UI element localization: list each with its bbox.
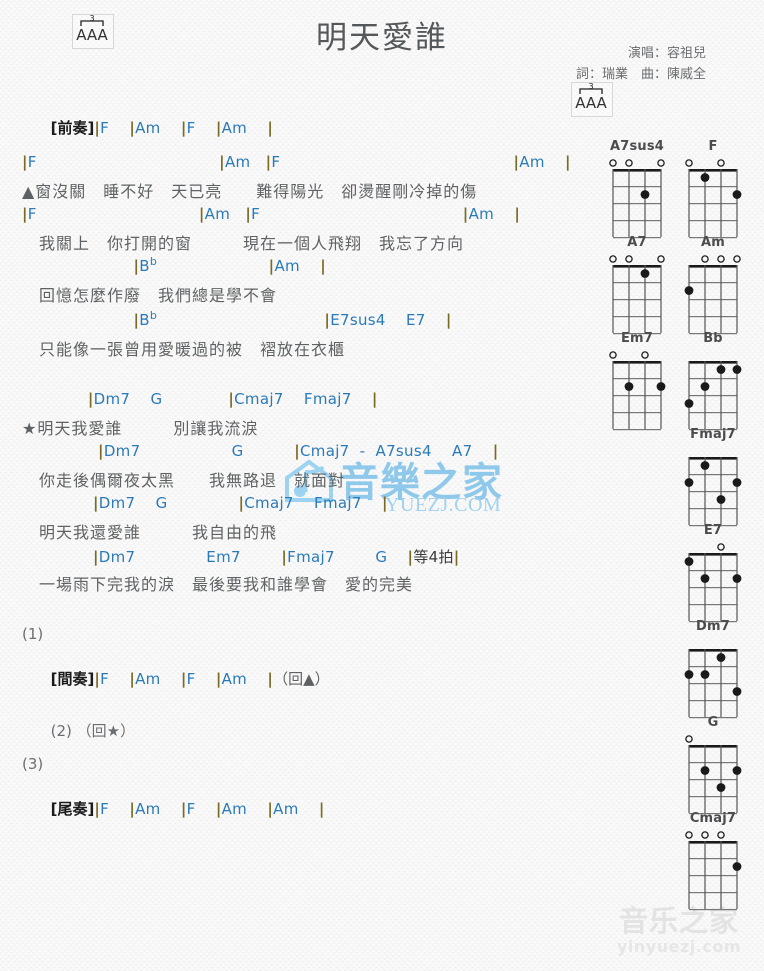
chord-diagram-label: Cmaj7 <box>689 811 737 826</box>
chord-diagram-grid <box>602 155 672 243</box>
verse-lyric: ▲窗沒關 睡不好 天已亮 難得陽光 卻燙醒剛冷掉的傷 <box>22 182 478 201</box>
strum-pattern-box-top: 3 AAA <box>72 14 114 49</box>
chord-diagram-label: A7sus4 <box>609 139 665 154</box>
singer-line: 演唱：容祖兒 <box>627 46 706 61</box>
chord-diagram-fmaj7: Fmaj7 <box>678 426 748 531</box>
chord-sheet-page: 音樂之家 YUEZJ.COM 音乐之家 yinyuezj.com 明天愛誰 演唱… <box>0 0 764 971</box>
verse-lyric: 我關上 你打開的窗 現在一個人飛翔 我忘了方向 <box>22 234 465 253</box>
ending-label: [間奏] <box>50 670 95 688</box>
chord-diagram-a7: A7 <box>602 234 672 339</box>
chorus-lyric: 你走後偶爾夜太黑 我無路退 就面對 <box>22 471 346 490</box>
chorus-chords: |Dm7 G |Cmaj7 - A7sus4 A7 | <box>98 442 499 460</box>
chorus-chords: |Dm7 Em7 |Fmaj7 G |等4拍| <box>92 548 460 566</box>
chorus-lyric: 明天我還愛誰 我自由的飛 <box>22 523 278 542</box>
chord-diagram-g: G <box>678 714 748 819</box>
ending-line: [尾奏]|F |Am |F |Am |Am | <box>22 780 325 837</box>
ending-note: （回★） <box>76 722 136 740</box>
svg-text:3: 3 <box>89 15 94 23</box>
ending-line: [間奏]|F |Am |F |Am |（回▲） <box>22 650 330 707</box>
chord-diagram-label: F <box>708 139 718 154</box>
chord-diagram-grid <box>678 155 748 243</box>
ending-line: (2) （回★） <box>22 702 135 759</box>
chord-diagram-am: Am <box>678 234 748 339</box>
chord-diagram-grid <box>678 347 748 435</box>
verse-chords: |F |Am |F |Am | <box>22 205 521 223</box>
ending-number: (1) <box>22 625 44 643</box>
chord-diagram-cmaj7: Cmaj7 <box>678 810 748 915</box>
chord-diagram-grid <box>678 539 748 627</box>
verse-chords: |F |Am |F |Am | <box>22 153 571 171</box>
chord-diagram-label: Em7 <box>620 331 654 346</box>
chord-diagram-dm7: Dm7 <box>678 618 748 723</box>
ending-chords: |F |Am |F |Am | <box>94 670 274 688</box>
chord-diagram-label: G <box>707 715 719 730</box>
ending-number: (3) <box>22 755 44 773</box>
chord-diagram-grid <box>602 251 672 339</box>
chord-diagram-bb: Bb <box>678 330 748 435</box>
chord-diagram-grid <box>678 251 748 339</box>
footer-watermark-url: yinyuezj.com <box>617 937 741 956</box>
triplet-strum-icon: 3 AAA <box>76 15 108 44</box>
chorus-lyric: ★明天我愛誰 別讓我流淚 <box>22 419 259 438</box>
chord-diagram-e7: E7 <box>678 522 748 627</box>
intro-chords: |F |Am |F |Am | <box>94 119 274 137</box>
chord-diagram-label: E7 <box>703 523 723 538</box>
svg-text:AAA: AAA <box>575 94 607 112</box>
chorus-chords: |Dm7 G |Cmaj7 Fmaj7 | <box>92 494 388 512</box>
chord-diagram-label: A7 <box>627 235 647 250</box>
triplet-strum-icon: 3 AAA <box>575 83 607 112</box>
ending-note: （回▲） <box>273 670 330 688</box>
chord-diagram-label: Bb <box>703 331 723 346</box>
verse-lyric: 回憶怎麼作廢 我們總是學不會 <box>22 286 278 305</box>
svg-text:3: 3 <box>588 83 593 91</box>
verse-lyric: 只能像一張曾用愛暖過的被 褶放在衣櫃 <box>22 340 346 359</box>
chord-diagram-label: Am <box>700 235 725 250</box>
chord-diagram-em7: Em7 <box>602 330 672 435</box>
intro-line: [前奏]|F |Am |F |Am | <box>22 99 273 156</box>
chorus-lyric: 一場雨下完我的淚 最後要我和誰學會 愛的完美 <box>22 575 414 594</box>
verse-chords: |Bb |Am | <box>133 255 326 275</box>
strum-pattern-box-second: 3 AAA <box>571 82 613 117</box>
chord-diagram-grid <box>678 635 748 723</box>
chord-diagram-grid <box>678 731 748 819</box>
chord-diagram-a7sus4: A7sus4 <box>602 138 672 243</box>
intro-label: [前奏] <box>50 119 95 137</box>
chord-diagram-f: F <box>678 138 748 243</box>
center-watermark-url: YUEZJ.COM <box>385 494 502 516</box>
chord-diagram-label: Fmaj7 <box>690 427 736 442</box>
chord-diagram-grid <box>678 443 748 531</box>
chord-diagram-label: Dm7 <box>696 619 730 634</box>
ending-chords: |F |Am |F |Am |Am | <box>94 800 325 818</box>
ending-label: [尾奏] <box>50 800 95 818</box>
svg-text:AAA: AAA <box>76 26 108 44</box>
verse-chords: |Bb |E7sus4 E7 | <box>133 309 452 329</box>
chord-diagram-grid <box>602 347 672 435</box>
song-credits: 演唱：容祖兒 詞：瑞業 曲：陳威全 <box>576 43 706 85</box>
ending-number: (2) <box>50 722 72 740</box>
chorus-chords: |Dm7 G |Cmaj7 Fmaj7 | <box>87 390 378 408</box>
chord-diagram-grid <box>678 827 748 915</box>
